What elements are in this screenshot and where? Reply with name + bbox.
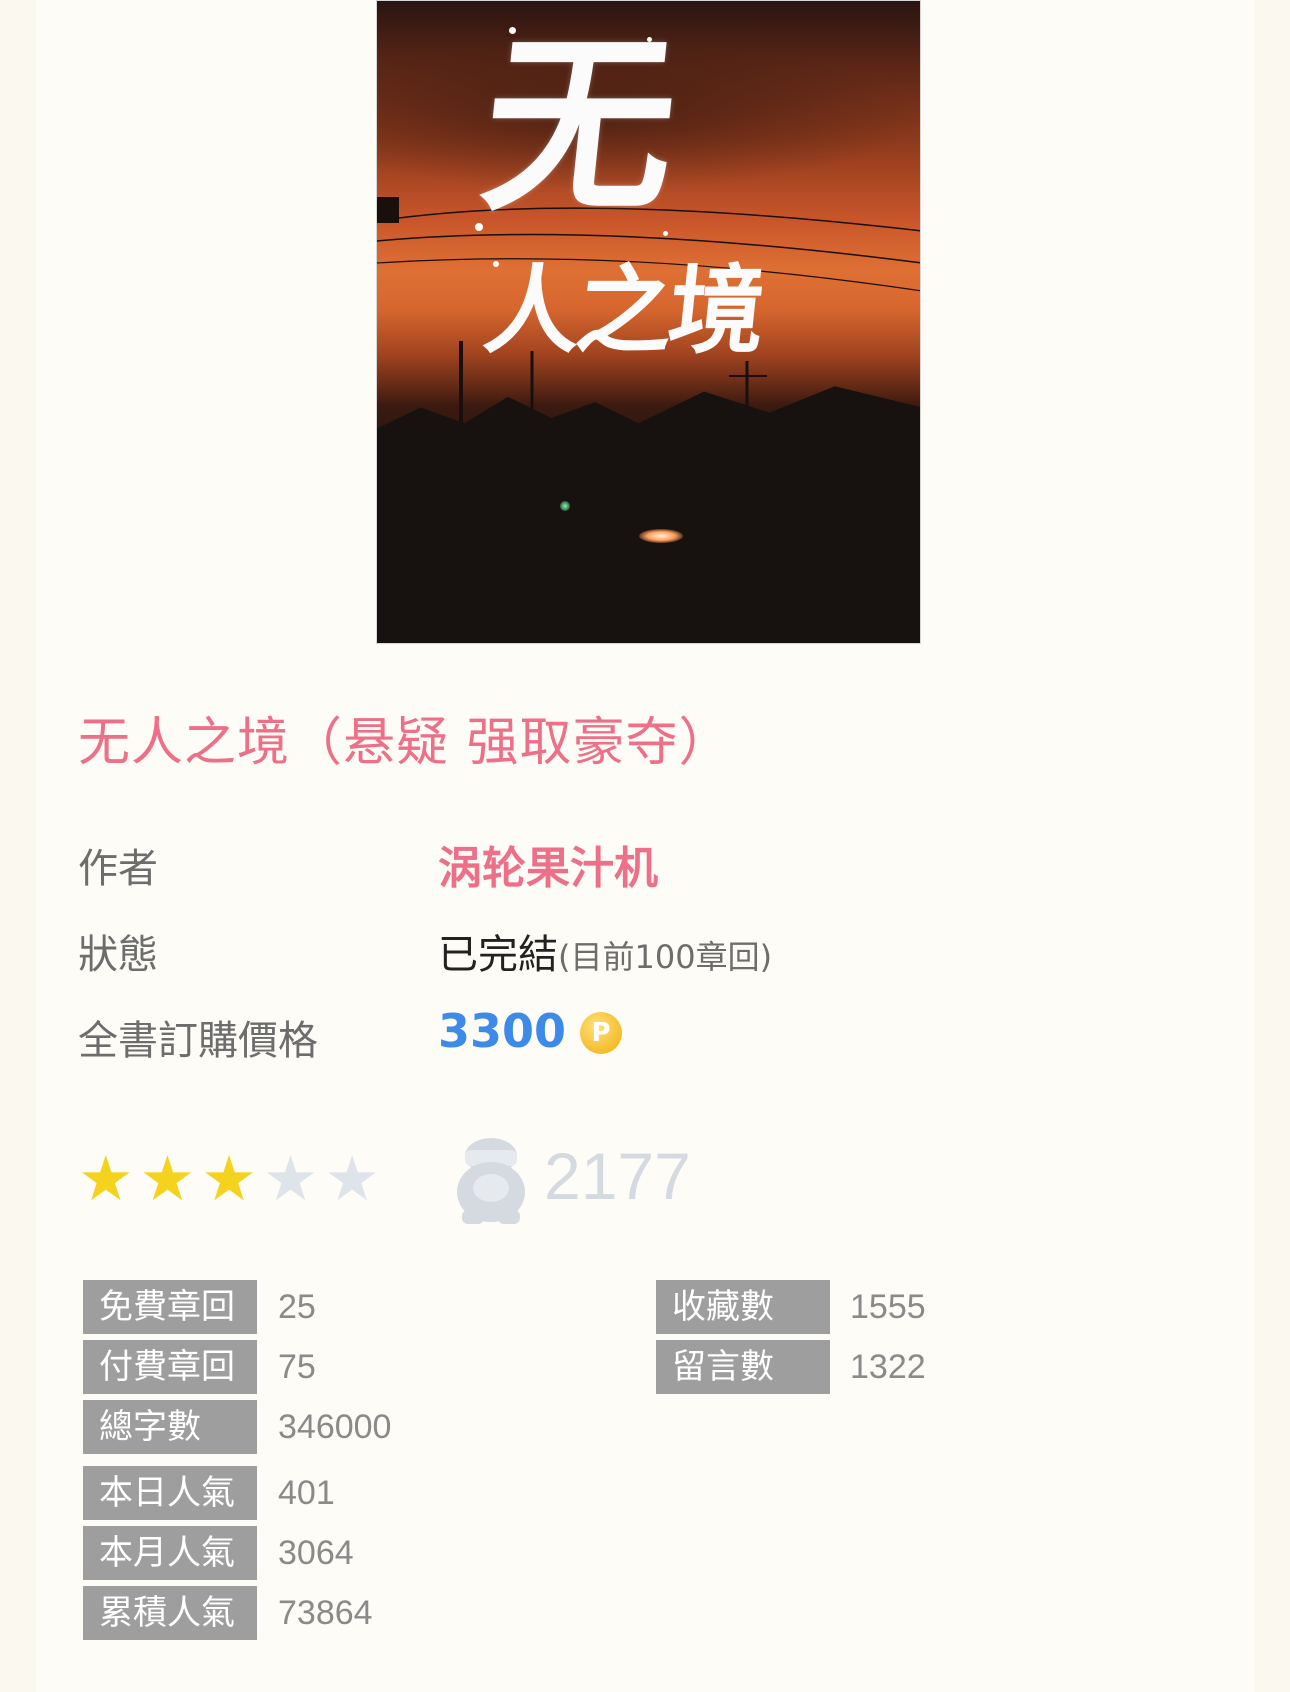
star-empty-icon: ★ [262, 1142, 319, 1215]
stat-paid-chapters-value: 75 [278, 1348, 316, 1386]
stat-month-popularity-value: 3064 [278, 1534, 354, 1572]
stat-favorites-label: 收藏數 [656, 1280, 830, 1334]
cover-sparkle [663, 231, 668, 236]
stat-free-chapters-value: 25 [278, 1288, 316, 1326]
cover-car-light [639, 529, 683, 543]
cover-sparkle [475, 223, 483, 231]
star-filled-icon: ★ [139, 1142, 196, 1215]
stat-comments-label: 留言數 [656, 1340, 830, 1394]
stat-favorites-value: 1555 [850, 1288, 926, 1326]
star-filled-icon: ★ [201, 1142, 257, 1215]
cover-title-big: 无 [473, 14, 687, 237]
price-label: 全書訂購價格 [78, 1018, 318, 1064]
cover-title-sub: 人之境 [479, 254, 767, 367]
coin-icon: P [580, 1012, 623, 1054]
stat-today-popularity-value: 401 [278, 1474, 335, 1512]
stat-total-popularity-value: 73864 [278, 1594, 373, 1632]
stat-paid-chapters-label: 付費章回 [83, 1340, 257, 1394]
fan-figure-icon [457, 1138, 525, 1224]
book-detail-page: 无 人之境 无人之境（悬疑 强取豪夺） 作者 涡轮果汁机 狀態 已完結(目前10… [0, 0, 1290, 1692]
author-link[interactable]: 涡轮果汁机 [438, 832, 658, 896]
stat-month-popularity-label: 本月人氣 [83, 1526, 257, 1580]
status-value: 已完結(目前100章回) [438, 922, 772, 980]
page-margin-left [0, 0, 36, 1692]
stat-today-popularity-label: 本日人氣 [83, 1466, 257, 1520]
status-detail: (目前100章回) [558, 938, 773, 976]
page-margin-right [1254, 0, 1290, 1692]
stat-total-popularity-label: 累積人氣 [83, 1586, 257, 1640]
cover-sparkle [647, 37, 652, 42]
stat-word-count-label: 總字數 [83, 1400, 257, 1454]
stat-comments-value: 1322 [850, 1348, 926, 1386]
cover-sparkle [509, 27, 516, 34]
author-label: 作者 [78, 846, 158, 892]
stat-word-count-value: 346000 [278, 1408, 392, 1446]
price-value: 3300 P [438, 1004, 623, 1058]
status-text: 已完結 [438, 932, 558, 978]
cover-sparkle [493, 261, 499, 267]
star-filled-icon: ★ [78, 1142, 134, 1215]
cover-green-light [560, 501, 570, 511]
star-empty-icon: ★ [324, 1142, 380, 1215]
status-label: 狀態 [78, 932, 158, 978]
book-title: 无人之境（悬疑 强取豪夺） [78, 713, 732, 773]
rating-stars: ★ ★ ★ ★ ★ [78, 1148, 380, 1210]
fan-count: 2177 [544, 1139, 691, 1213]
price-amount: 3300 [438, 1004, 567, 1058]
book-cover-image[interactable]: 无 人之境 [376, 0, 921, 644]
stat-free-chapters-label: 免費章回 [83, 1280, 257, 1334]
